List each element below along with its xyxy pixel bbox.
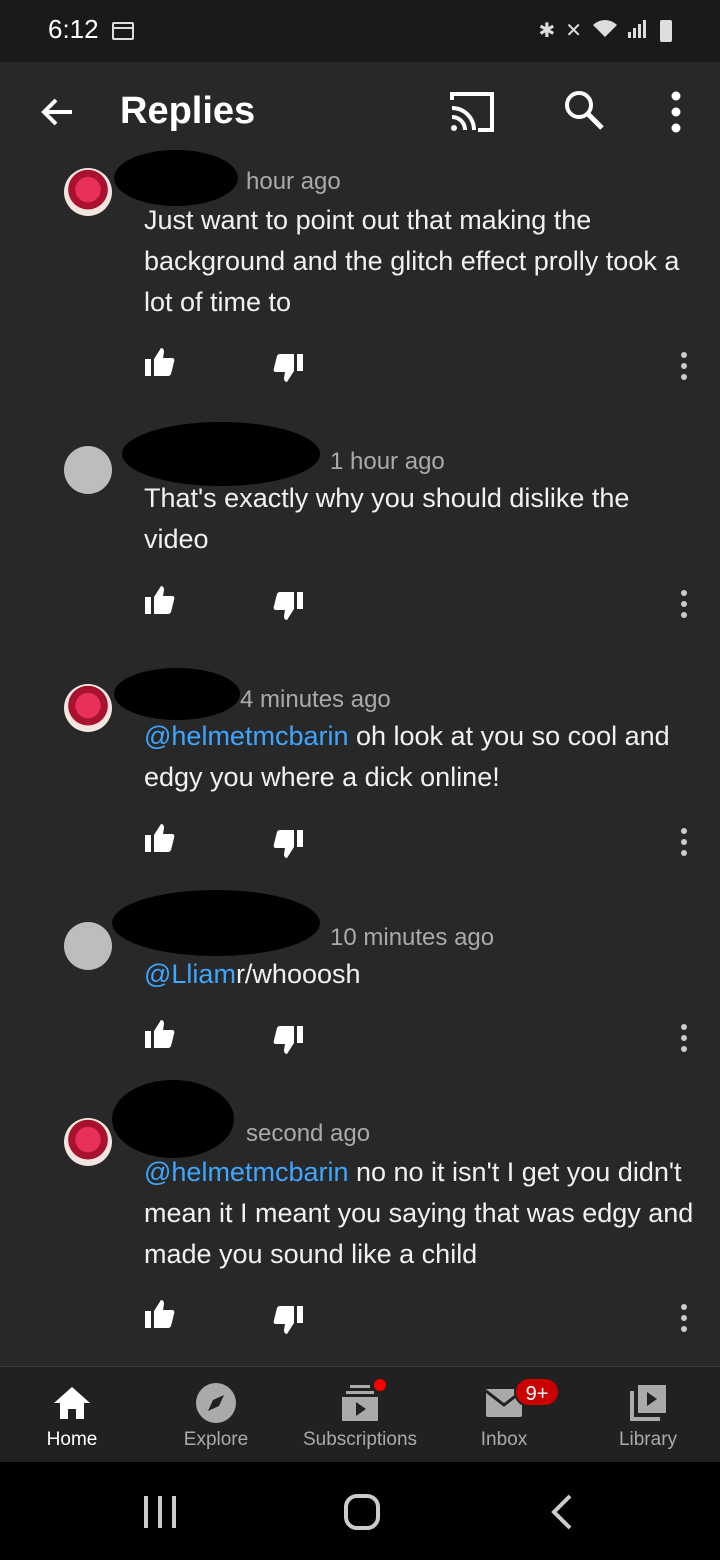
calendar-icon: [112, 22, 134, 40]
comment-timestamp: hour ago: [246, 168, 341, 195]
status-bar: 6:12 ✱ ✕: [0, 0, 720, 62]
system-navigation-bar: [0, 1462, 720, 1560]
comment-more-icon[interactable]: [676, 1302, 692, 1334]
nav-library[interactable]: Library: [576, 1367, 720, 1463]
comment-timestamp: 10 minutes ago: [330, 924, 495, 951]
mention-link[interactable]: @Lliam: [144, 959, 236, 989]
home-button-icon[interactable]: [338, 1488, 386, 1536]
redacted-username: [114, 668, 240, 720]
comment-text: @helmetmcbarin no no it isn't I get you …: [144, 1152, 694, 1275]
library-icon: [630, 1385, 666, 1421]
redacted-username: [112, 1080, 234, 1158]
nav-subscriptions[interactable]: Subscriptions: [288, 1367, 432, 1463]
dislike-icon[interactable]: [272, 590, 304, 622]
comment-timestamp: 1 hour ago: [330, 448, 445, 475]
comment-text-segment: r/whooosh: [235, 959, 361, 989]
like-icon[interactable]: [144, 346, 176, 378]
nav-inbox[interactable]: 9+ Inbox: [432, 1367, 576, 1463]
redacted-username: [122, 422, 320, 486]
avatar[interactable]: [64, 1118, 112, 1166]
nav-label: Inbox: [480, 1429, 528, 1450]
cast-icon[interactable]: [448, 90, 496, 134]
dislike-icon[interactable]: [272, 352, 304, 384]
comment-more-icon[interactable]: [676, 588, 692, 620]
comment-more-icon[interactable]: [676, 350, 692, 382]
dislike-icon[interactable]: [272, 1304, 304, 1336]
notification-dot: [372, 1377, 388, 1393]
wifi-icon: [592, 18, 618, 44]
comment-more-icon[interactable]: [676, 826, 692, 858]
nav-label: Library: [618, 1429, 678, 1450]
avatar[interactable]: [64, 446, 112, 494]
dislike-icon[interactable]: [272, 1024, 304, 1056]
comment-timestamp: 4 minutes ago: [240, 686, 391, 713]
reply-comment: second ago @helmetmcbarin no no it isn't…: [0, 1080, 720, 1360]
signal-icon: [628, 18, 650, 44]
bluetooth-icon: ✱: [538, 20, 556, 42]
comment-text: That's exactly why you should dislike th…: [144, 478, 694, 560]
battery-icon: [660, 20, 672, 42]
nav-label: Home: [46, 1429, 98, 1450]
avatar[interactable]: [64, 168, 112, 216]
avatar[interactable]: [64, 684, 112, 732]
back-arrow-icon[interactable]: [36, 90, 80, 134]
comment-more-icon[interactable]: [676, 1022, 692, 1054]
bottom-navigation: Home Explore Subscriptions 9+ Inbox Libr…: [0, 1366, 720, 1462]
like-icon[interactable]: [144, 584, 176, 616]
inbox-badge: 9+: [514, 1377, 560, 1407]
app-bar: Replies: [0, 62, 720, 162]
reply-comment: 1 hour ago That's exactly why you should…: [0, 420, 720, 650]
reply-comment: 4 minutes ago @helmetmcbarin oh look at …: [0, 660, 720, 880]
like-icon[interactable]: [144, 1018, 176, 1050]
home-icon: [54, 1387, 90, 1419]
nav-label: Explore: [183, 1429, 249, 1450]
nav-label: Subscriptions: [302, 1429, 418, 1450]
comment-text-segment: That's exactly why you should dislike th…: [144, 483, 630, 554]
mention-link[interactable]: @helmetmcbarin: [144, 1157, 348, 1187]
compass-icon: [196, 1383, 236, 1423]
comment-text: @helmetmcbarin oh look at you so cool an…: [144, 716, 694, 798]
comment-text-segment: Just want to point out that making the b…: [144, 205, 680, 317]
nav-home[interactable]: Home: [0, 1367, 144, 1463]
status-icons: ✱ ✕: [538, 18, 672, 44]
avatar[interactable]: [64, 922, 112, 970]
reply-comment: 10 minutes ago @Lliamr/whooosh: [0, 890, 720, 1070]
mute-icon: ✕: [565, 20, 582, 42]
like-icon[interactable]: [144, 1298, 176, 1330]
comment-timestamp: second ago: [246, 1120, 371, 1147]
page-title: Replies: [120, 90, 256, 132]
more-vert-icon[interactable]: [656, 88, 696, 136]
redacted-username: [114, 150, 238, 206]
redacted-username: [112, 890, 320, 956]
nav-explore[interactable]: Explore: [144, 1367, 288, 1463]
comment-text: Just want to point out that making the b…: [144, 200, 694, 323]
dislike-icon[interactable]: [272, 828, 304, 860]
search-icon[interactable]: [562, 88, 606, 132]
recent-apps-icon[interactable]: [136, 1488, 184, 1536]
like-icon[interactable]: [144, 822, 176, 854]
mention-link[interactable]: @helmetmcbarin: [144, 721, 348, 751]
status-time: 6:12: [48, 14, 99, 44]
reply-comment: hour ago Just want to point out that mak…: [0, 150, 720, 410]
comment-text: @Lliamr/whooosh: [144, 954, 694, 995]
back-button-icon[interactable]: [540, 1488, 588, 1536]
